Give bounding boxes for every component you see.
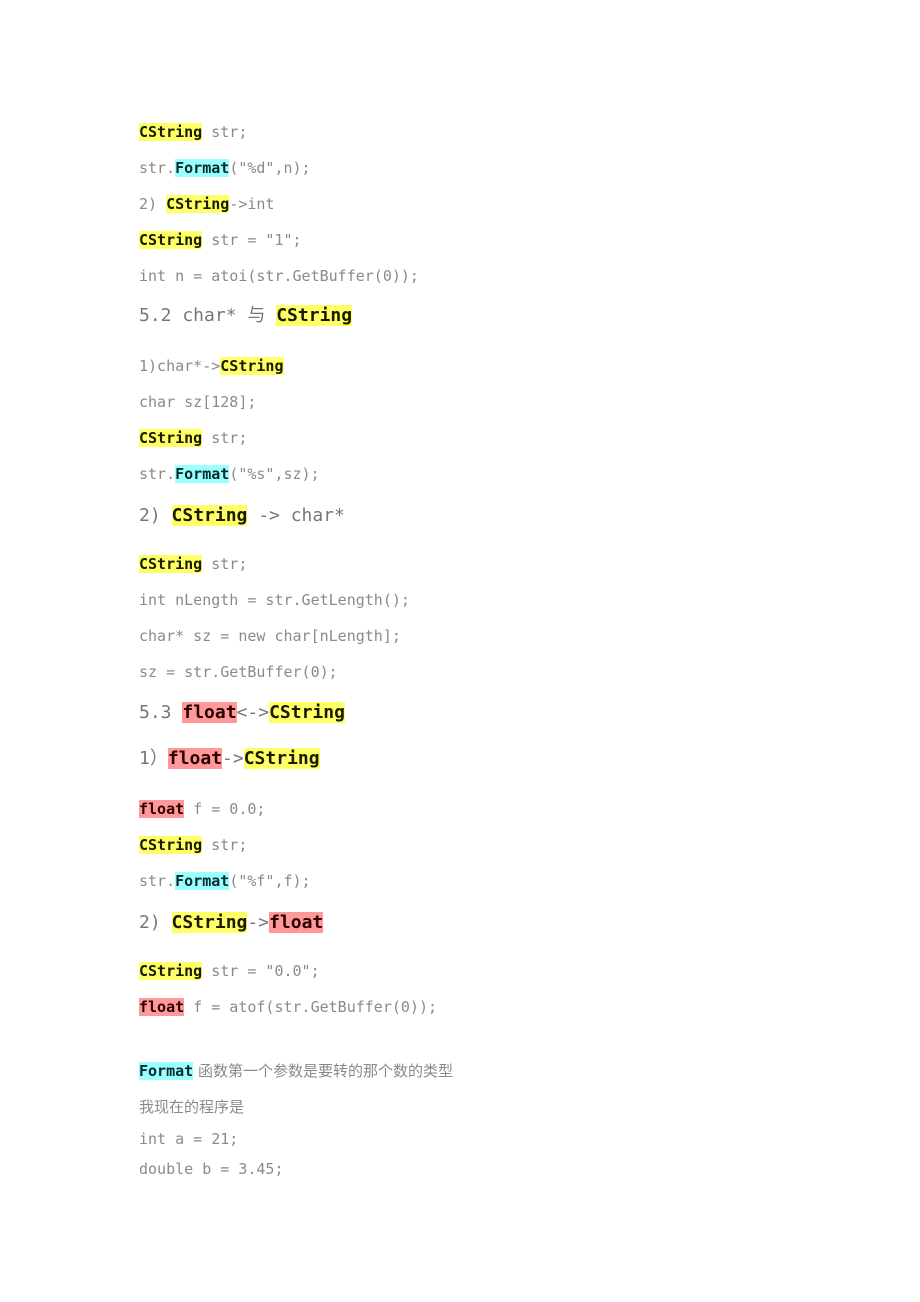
- text-segment: str = "1";: [202, 231, 302, 249]
- format-highlight: Format: [175, 465, 230, 483]
- text-segment: <->: [236, 702, 270, 723]
- format-highlight: Format: [175, 872, 230, 890]
- text-segment: int n = atoi(str.GetBuffer(0));: [139, 267, 419, 285]
- body-text-line: int a = 21;: [139, 1128, 238, 1150]
- text-segment: ->: [222, 748, 244, 769]
- code-line: CString str = "1";: [139, 229, 302, 251]
- text-segment: char* sz = new char[nLength];: [139, 627, 401, 645]
- text-segment: str;: [202, 555, 248, 573]
- text-segment: ("%d",n);: [229, 159, 311, 177]
- code-line: CString str;: [139, 121, 247, 143]
- code-line: sz = str.GetBuffer(0);: [139, 661, 338, 683]
- text-segment: 函数第一个参数是要转的那个数的类型: [193, 1062, 453, 1080]
- cstring-highlight: CString: [276, 305, 353, 326]
- code-line: char* sz = new char[nLength];: [139, 625, 401, 647]
- code-line: str.Format("%f",f);: [139, 870, 311, 892]
- code-line: str.Format("%s",sz);: [139, 463, 320, 485]
- cstring-highlight: CString: [139, 429, 203, 447]
- text-segment: str.: [139, 465, 176, 483]
- cstring-highlight: CString: [166, 195, 230, 213]
- format-highlight: Format: [139, 1062, 194, 1080]
- text-segment: ->: [247, 912, 270, 933]
- text-segment: 1）: [139, 748, 168, 769]
- code-line: 1)char*->CString: [139, 355, 284, 377]
- section-heading: 5.3 float<->CString: [139, 700, 345, 726]
- cstring-highlight: CString: [171, 505, 248, 526]
- code-line: float f = 0.0;: [139, 798, 265, 820]
- text-segment: int a = 21;: [139, 1130, 239, 1148]
- text-segment: f = 0.0;: [184, 800, 266, 818]
- code-line: CString str;: [139, 427, 247, 449]
- text-segment: 我现在的程序是: [139, 1098, 245, 1116]
- section-heading: 1）float->CString: [139, 746, 320, 772]
- text-segment: ("%s",sz);: [229, 465, 320, 483]
- code-line: int nLength = str.GetLength();: [139, 589, 410, 611]
- code-line: str.Format("%d",n);: [139, 157, 311, 179]
- text-segment: char sz[128];: [139, 393, 257, 411]
- text-segment: 1)char*->: [139, 357, 221, 375]
- float-highlight: float: [269, 912, 324, 933]
- section-heading: 5.2 char* 与 CString: [139, 303, 353, 329]
- text-segment: str;: [202, 123, 248, 141]
- float-highlight: float: [139, 800, 185, 818]
- text-segment: str.: [139, 159, 176, 177]
- code-line: 2) CString->int: [139, 193, 274, 215]
- text-segment: f = atof(str.GetBuffer(0));: [184, 998, 438, 1016]
- text-segment: sz = str.GetBuffer(0);: [139, 663, 338, 681]
- float-highlight: float: [139, 998, 185, 1016]
- text-segment: 5.3: [139, 702, 183, 723]
- cstring-highlight: CString: [220, 357, 284, 375]
- text-segment: str;: [202, 836, 248, 854]
- code-line: CString str = "0.0";: [139, 960, 320, 982]
- cstring-highlight: CString: [139, 836, 203, 854]
- code-line: float f = atof(str.GetBuffer(0));: [139, 996, 437, 1018]
- body-text-line: 我现在的程序是: [139, 1096, 244, 1118]
- code-line: CString str;: [139, 553, 247, 575]
- text-segment: double b = 3.45;: [139, 1160, 284, 1178]
- cstring-highlight: CString: [243, 748, 320, 769]
- text-segment: 5.2 char* 与: [139, 305, 277, 326]
- body-text-line: Format 函数第一个参数是要转的那个数的类型: [139, 1060, 453, 1082]
- text-segment: str = "0.0";: [202, 962, 320, 980]
- cstring-highlight: CString: [139, 123, 203, 141]
- text-segment: 2): [139, 195, 167, 213]
- cstring-highlight: CString: [171, 912, 248, 933]
- text-segment: ("%f",f);: [229, 872, 311, 890]
- text-segment: str.: [139, 872, 176, 890]
- text-segment: 2): [139, 912, 172, 933]
- text-segment: int nLength = str.GetLength();: [139, 591, 410, 609]
- section-heading: 2) CString->float: [139, 910, 324, 936]
- text-segment: str;: [202, 429, 248, 447]
- text-segment: 2): [139, 505, 172, 526]
- text-segment: ->int: [229, 195, 275, 213]
- body-text-line: double b = 3.45;: [139, 1158, 284, 1180]
- code-line: int n = atoi(str.GetBuffer(0));: [139, 265, 419, 287]
- code-line: char sz[128];: [139, 391, 256, 413]
- float-highlight: float: [167, 748, 223, 769]
- code-line: CString str;: [139, 834, 247, 856]
- format-highlight: Format: [175, 159, 230, 177]
- cstring-highlight: CString: [139, 231, 203, 249]
- cstring-highlight: CString: [139, 555, 203, 573]
- section-heading: 2) CString -> char*: [139, 503, 345, 529]
- float-highlight: float: [182, 702, 237, 723]
- cstring-highlight: CString: [139, 962, 203, 980]
- cstring-highlight: CString: [269, 702, 345, 723]
- text-segment: -> char*: [247, 505, 345, 526]
